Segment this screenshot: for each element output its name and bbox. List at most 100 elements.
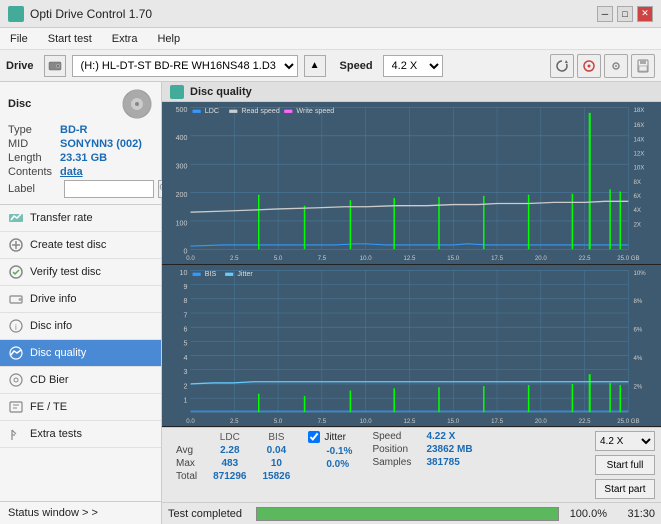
speed-select[interactable]: 4.2 X <box>383 55 443 77</box>
position-stat-label: Position <box>372 444 420 455</box>
svg-text:10: 10 <box>180 267 188 276</box>
menu-start-test[interactable]: Start test <box>42 31 98 47</box>
jitter-label: Jitter <box>324 432 346 443</box>
sidebar-label-disc-info: Disc info <box>30 320 72 332</box>
verify-disc-icon <box>8 264 24 280</box>
svg-text:5.0: 5.0 <box>274 418 283 425</box>
refresh-button[interactable] <box>550 54 574 78</box>
minimize-button[interactable]: ─ <box>597 6 613 22</box>
avg-bis: 0.04 <box>255 444 299 457</box>
col-bis: BIS <box>255 431 299 444</box>
drive-info-icon <box>8 291 24 307</box>
disc-section: Disc Type BD-R MID SONYNN3 (002) Length … <box>0 82 161 205</box>
chart1-container: 500 400 300 200 100 0 18X 16X 14X 12X 10… <box>162 102 661 265</box>
svg-text:20.0: 20.0 <box>535 418 547 425</box>
sidebar-item-disc-info[interactable]: i Disc info <box>0 313 161 340</box>
max-bis: 10 <box>255 457 299 470</box>
close-button[interactable]: ✕ <box>637 6 653 22</box>
avg-label: Avg <box>168 444 205 457</box>
svg-text:14X: 14X <box>634 136 646 143</box>
svg-text:2X: 2X <box>634 221 642 228</box>
drive-bar: Drive (H:) HL-DT-ST BD-RE WH16NS48 1.D3 … <box>0 50 661 82</box>
svg-text:12.5: 12.5 <box>404 255 416 262</box>
length-value: 23.31 GB <box>60 152 107 164</box>
svg-text:25.0 GB: 25.0 GB <box>617 255 639 262</box>
settings-button[interactable] <box>604 54 628 78</box>
sidebar-item-drive-info[interactable]: Drive info <box>0 286 161 313</box>
start-part-button[interactable]: Start part <box>595 479 655 499</box>
eject-button[interactable]: ▲ <box>304 55 326 77</box>
svg-text:25.0 GB: 25.0 GB <box>617 418 639 425</box>
sidebar-item-create-test-disc[interactable]: Create test disc <box>0 232 161 259</box>
menu-file[interactable]: File <box>4 31 34 47</box>
avg-jitter: -0.1% <box>320 445 358 458</box>
svg-text:2%: 2% <box>634 383 643 390</box>
svg-text:4X: 4X <box>634 207 642 214</box>
app-title: Opti Drive Control 1.70 <box>30 7 152 21</box>
svg-text:200: 200 <box>176 190 188 199</box>
create-disc-icon <box>8 237 24 253</box>
start-full-button[interactable]: Start full <box>595 455 655 475</box>
maximize-button[interactable]: □ <box>617 6 633 22</box>
disc-quality-header-icon <box>170 85 184 99</box>
stats-area: LDC BIS Avg 2.28 0.04 Max 483 <box>162 427 661 502</box>
disc-image-icon <box>121 88 153 120</box>
sidebar-label-extra-tests: Extra tests <box>30 428 82 440</box>
svg-text:15.0: 15.0 <box>447 255 459 262</box>
jitter-checkbox[interactable] <box>308 431 320 443</box>
total-ldc: 871296 <box>205 470 254 483</box>
sidebar-label-verify-test-disc: Verify test disc <box>30 266 101 278</box>
menu-help[interactable]: Help <box>151 31 186 47</box>
svg-text:22.5: 22.5 <box>579 255 591 262</box>
speed-position-section: Speed 4.22 X Position 23862 MB Samples 3… <box>372 431 472 470</box>
svg-text:0.0: 0.0 <box>186 255 195 262</box>
title-bar: Opti Drive Control 1.70 ─ □ ✕ <box>0 0 661 28</box>
svg-text:4: 4 <box>183 352 187 361</box>
cd-bier-icon <box>8 372 24 388</box>
status-window-button[interactable]: Status window > > <box>0 502 161 524</box>
sidebar-item-disc-quality[interactable]: Disc quality <box>0 340 161 367</box>
svg-text:7.5: 7.5 <box>318 255 327 262</box>
svg-text:300: 300 <box>176 161 188 170</box>
svg-text:0.0: 0.0 <box>186 418 195 425</box>
disc-info-icon: i <box>8 318 24 334</box>
progress-area: Test completed 100.0% 31:30 <box>162 502 661 524</box>
svg-text:7.5: 7.5 <box>318 418 327 425</box>
progress-bar-outer <box>256 507 559 521</box>
length-label: Length <box>8 152 60 164</box>
jitter-section: Jitter -0.1% 0.0% <box>308 431 358 471</box>
sidebar-item-transfer-rate[interactable]: Transfer rate <box>0 205 161 232</box>
samples-stat-value: 381785 <box>426 457 459 468</box>
drive-icon <box>44 55 66 77</box>
stats-table: LDC BIS Avg 2.28 0.04 Max 483 <box>168 431 298 483</box>
label-label: Label <box>8 183 60 195</box>
sidebar-item-cd-bier[interactable]: CD Bier <box>0 367 161 394</box>
contents-label: Contents <box>8 166 60 178</box>
svg-text:6X: 6X <box>634 193 642 200</box>
svg-text:12.5: 12.5 <box>404 418 416 425</box>
svg-text:10%: 10% <box>634 269 647 276</box>
sidebar-item-verify-test-disc[interactable]: Verify test disc <box>0 259 161 286</box>
svg-text:7: 7 <box>183 310 187 319</box>
sidebar-item-fe-te[interactable]: FE / TE <box>0 394 161 421</box>
total-bis: 15826 <box>255 470 299 483</box>
svg-text:16X: 16X <box>634 122 646 129</box>
svg-text:15.0: 15.0 <box>447 418 459 425</box>
label-input[interactable] <box>64 180 154 198</box>
speed-dropdown[interactable]: 4.2 X <box>595 431 655 451</box>
max-ldc: 483 <box>205 457 254 470</box>
menu-extra[interactable]: Extra <box>106 31 144 47</box>
svg-text:18X: 18X <box>634 107 646 114</box>
sidebar-menu: Transfer rate Create test disc Verify te… <box>0 205 161 501</box>
sidebar-item-extra-tests[interactable]: Extra tests <box>0 421 161 448</box>
drive-select[interactable]: (H:) HL-DT-ST BD-RE WH16NS48 1.D3 <box>72 55 298 77</box>
mid-label: MID <box>8 138 60 150</box>
sidebar-label-cd-bier: CD Bier <box>30 374 69 386</box>
position-stat-value: 23862 MB <box>426 444 472 455</box>
svg-text:6%: 6% <box>634 326 643 333</box>
svg-text:5: 5 <box>183 338 187 347</box>
svg-text:17.5: 17.5 <box>491 418 503 425</box>
disc-button[interactable] <box>577 54 601 78</box>
save-button[interactable] <box>631 54 655 78</box>
contents-value[interactable]: data <box>60 166 83 178</box>
